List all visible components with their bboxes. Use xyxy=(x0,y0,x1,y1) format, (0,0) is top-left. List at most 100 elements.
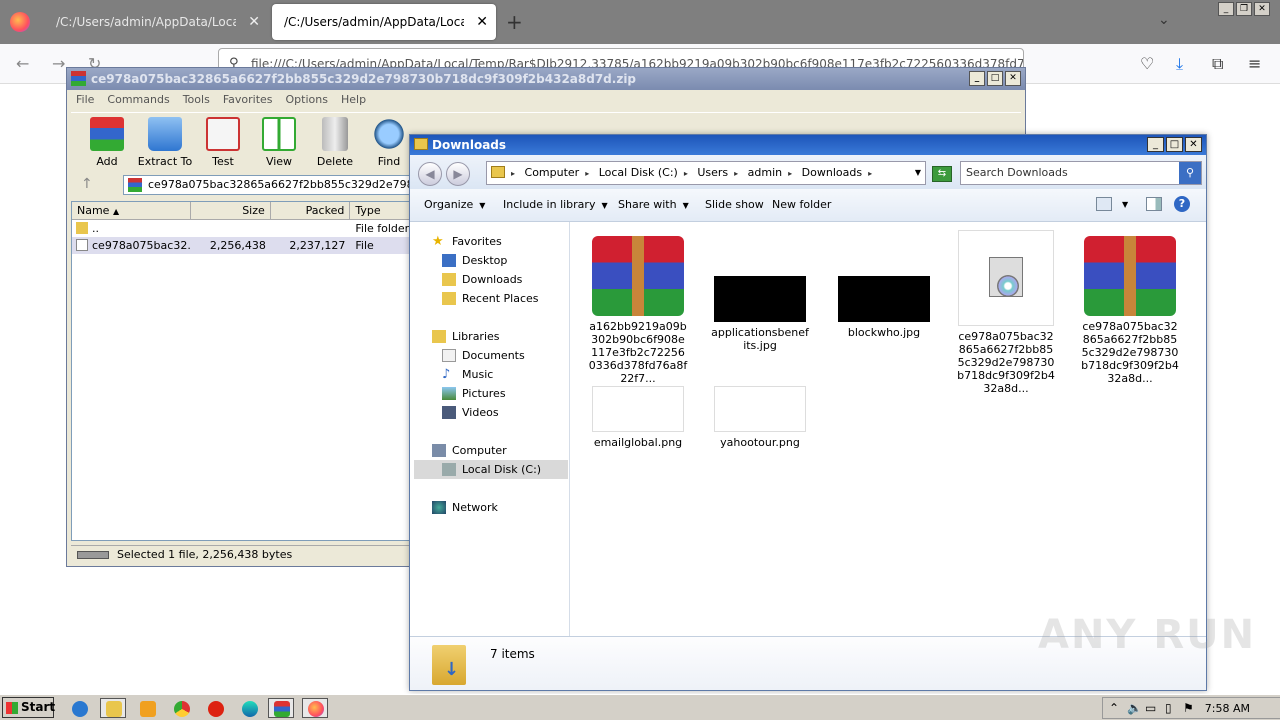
forward-icon[interactable]: → xyxy=(52,54,65,73)
include-in-library-button[interactable]: Include in library ▼ xyxy=(503,198,608,211)
winrar-title-bar[interactable]: ce978a075bac32865a6627f2bb855c329d2e7987… xyxy=(67,68,1025,90)
nav-videos[interactable]: Videos xyxy=(442,403,499,422)
close-tab-icon[interactable]: ✕ xyxy=(248,4,260,40)
clock[interactable]: 7:58 AM xyxy=(1205,702,1250,715)
menu-options[interactable]: Options xyxy=(286,90,328,110)
file-item[interactable]: ce978a075bac32865a6627f2bb855c329d2e7987… xyxy=(1080,236,1180,385)
file-item[interactable]: ce978a075bac32865a6627f2bb855c329d2e7987… xyxy=(956,230,1056,395)
chevron-down-icon[interactable]: ▼ xyxy=(915,162,921,184)
action-center-flag-icon[interactable]: ⚑ xyxy=(1183,701,1194,715)
file-item[interactable]: a162bb9219a09b302b90bc6f908e117e3fb2c722… xyxy=(588,236,688,385)
refresh-icon[interactable]: ⇆ xyxy=(932,166,952,182)
watermark-logo: ANY RUN xyxy=(1038,612,1257,658)
column-type[interactable]: Type xyxy=(350,202,410,219)
taskbar-opera[interactable] xyxy=(202,698,228,718)
search-icon[interactable]: ⚲ xyxy=(1179,162,1201,184)
minimize-icon[interactable]: _ xyxy=(969,71,985,86)
nav-downloads[interactable]: Downloads xyxy=(442,270,522,289)
menu-tools[interactable]: Tools xyxy=(183,90,210,110)
power-icon[interactable]: ▯ xyxy=(1165,701,1172,715)
file-item[interactable]: blockwho.jpg xyxy=(834,236,934,339)
add-button[interactable]: Add xyxy=(77,117,137,168)
file-row-parent[interactable]: .. File folder xyxy=(72,220,410,237)
breadcrumb-admin[interactable]: admin xyxy=(748,162,782,184)
preview-pane-icon[interactable] xyxy=(1146,197,1162,211)
extract-to-button[interactable]: Extract To xyxy=(135,117,195,168)
nav-desktop[interactable]: Desktop xyxy=(442,251,507,270)
file-item[interactable]: emailglobal.png xyxy=(588,386,688,449)
downloads-icon[interactable]: ⤓ xyxy=(1176,54,1183,74)
organize-button[interactable]: Organize ▼ xyxy=(424,198,485,211)
minimize-icon[interactable]: _ xyxy=(1218,2,1234,16)
breadcrumb-users[interactable]: Users xyxy=(697,162,728,184)
maximize-icon[interactable]: □ xyxy=(987,71,1003,86)
start-button[interactable]: Start xyxy=(2,697,55,718)
nav-libraries[interactable]: Libraries xyxy=(432,327,500,346)
minimize-icon[interactable]: _ xyxy=(1147,137,1164,152)
close-icon[interactable]: ✕ xyxy=(1254,2,1270,16)
back-icon[interactable]: ← xyxy=(16,54,29,73)
view-button[interactable]: View xyxy=(249,117,309,168)
list-tabs-icon[interactable]: ⌄ xyxy=(1158,12,1170,28)
test-button[interactable]: Test xyxy=(193,117,253,168)
taskbar-explorer[interactable] xyxy=(100,698,126,718)
forward-button[interactable]: ▶ xyxy=(446,162,470,186)
close-icon[interactable]: ✕ xyxy=(1185,137,1202,152)
taskbar-ie[interactable] xyxy=(66,698,92,718)
file-item[interactable]: yahootour.png xyxy=(710,386,810,449)
nav-local-disk[interactable]: Local Disk (C:) xyxy=(414,460,568,479)
breadcrumb[interactable]: ▸ Computer ▸ Local Disk (C:) ▸ Users ▸ admi… xyxy=(486,161,926,185)
menu-file[interactable]: File xyxy=(76,90,94,110)
archive-path-field[interactable]: ce978a075bac32865a6627f2bb855c329d2e7987… xyxy=(123,175,415,195)
pocket-icon[interactable]: ♡ xyxy=(1140,54,1154,73)
file-item[interactable]: applicationsbenefits.jpg xyxy=(710,236,810,352)
new-folder-button[interactable]: New folder xyxy=(772,198,831,211)
column-size[interactable]: Size xyxy=(191,202,271,219)
breadcrumb-downloads[interactable]: Downloads xyxy=(802,162,862,184)
taskbar-firefox[interactable] xyxy=(302,698,328,718)
slide-show-button[interactable]: Slide show xyxy=(705,198,764,211)
show-hidden-icons[interactable]: ⌃ xyxy=(1109,701,1119,715)
network-status-icon[interactable]: ▭ xyxy=(1145,701,1156,715)
taskbar-media[interactable] xyxy=(134,698,160,718)
new-tab-icon[interactable]: + xyxy=(506,10,523,34)
menu-help[interactable]: Help xyxy=(341,90,366,110)
breadcrumb-local-disk[interactable]: Local Disk (C:) xyxy=(599,162,678,184)
nav-favorites[interactable]: ★ Favorites xyxy=(432,232,502,251)
menu-commands[interactable]: Commands xyxy=(107,90,169,110)
nav-computer[interactable]: Computer xyxy=(432,441,507,460)
search-input[interactable]: Search Downloads ⚲ xyxy=(960,161,1202,185)
delete-button[interactable]: Delete xyxy=(305,117,365,168)
menu-favorites[interactable]: Favorites xyxy=(223,90,273,110)
column-name[interactable]: Name ▲ xyxy=(72,202,192,219)
nav-documents[interactable]: Documents xyxy=(442,346,525,365)
breadcrumb-computer[interactable]: Computer xyxy=(525,162,580,184)
browser-tab[interactable]: /C:/Users/admin/AppData/Local/Temp/R ✕ xyxy=(44,4,268,40)
maximize-icon[interactable]: □ xyxy=(1166,137,1183,152)
taskbar-chrome[interactable] xyxy=(168,698,194,718)
taskbar-winrar[interactable] xyxy=(268,698,294,718)
chrome-icon xyxy=(174,701,190,717)
nav-music[interactable]: ♪ Music xyxy=(442,365,493,384)
close-tab-icon[interactable]: ✕ xyxy=(476,4,488,40)
volume-icon[interactable]: 🔈 xyxy=(1127,701,1142,715)
up-folder-icon[interactable]: ↑ xyxy=(81,176,93,192)
nav-recent-places[interactable]: Recent Places xyxy=(442,289,539,308)
restore-icon[interactable]: ❐ xyxy=(1236,2,1252,16)
nav-pictures[interactable]: Pictures xyxy=(442,384,506,403)
share-with-button[interactable]: Share with ▼ xyxy=(618,198,689,211)
file-row-selected[interactable]: ce978a075bac32... 2,256,438 2,237,127 Fi… xyxy=(72,237,410,254)
chevron-down-icon[interactable]: ▼ xyxy=(1122,200,1128,209)
explorer-title-bar[interactable]: Downloads _ □ ✕ xyxy=(410,135,1206,155)
back-button[interactable]: ◀ xyxy=(418,162,442,186)
change-view-icon[interactable] xyxy=(1096,197,1112,211)
close-icon[interactable]: ✕ xyxy=(1005,71,1021,86)
help-icon[interactable]: ? xyxy=(1174,196,1190,212)
extensions-icon[interactable]: ⧉ xyxy=(1212,54,1223,74)
nav-network[interactable]: Network xyxy=(432,498,498,517)
browser-tab-active[interactable]: /C:/Users/admin/AppData/Local/Temp/R ✕ xyxy=(272,4,496,40)
file-name: blockwho.jpg xyxy=(847,326,921,339)
column-packed[interactable]: Packed xyxy=(271,202,351,219)
menu-icon[interactable]: ≡ xyxy=(1248,54,1261,73)
taskbar-edge[interactable] xyxy=(236,698,262,718)
